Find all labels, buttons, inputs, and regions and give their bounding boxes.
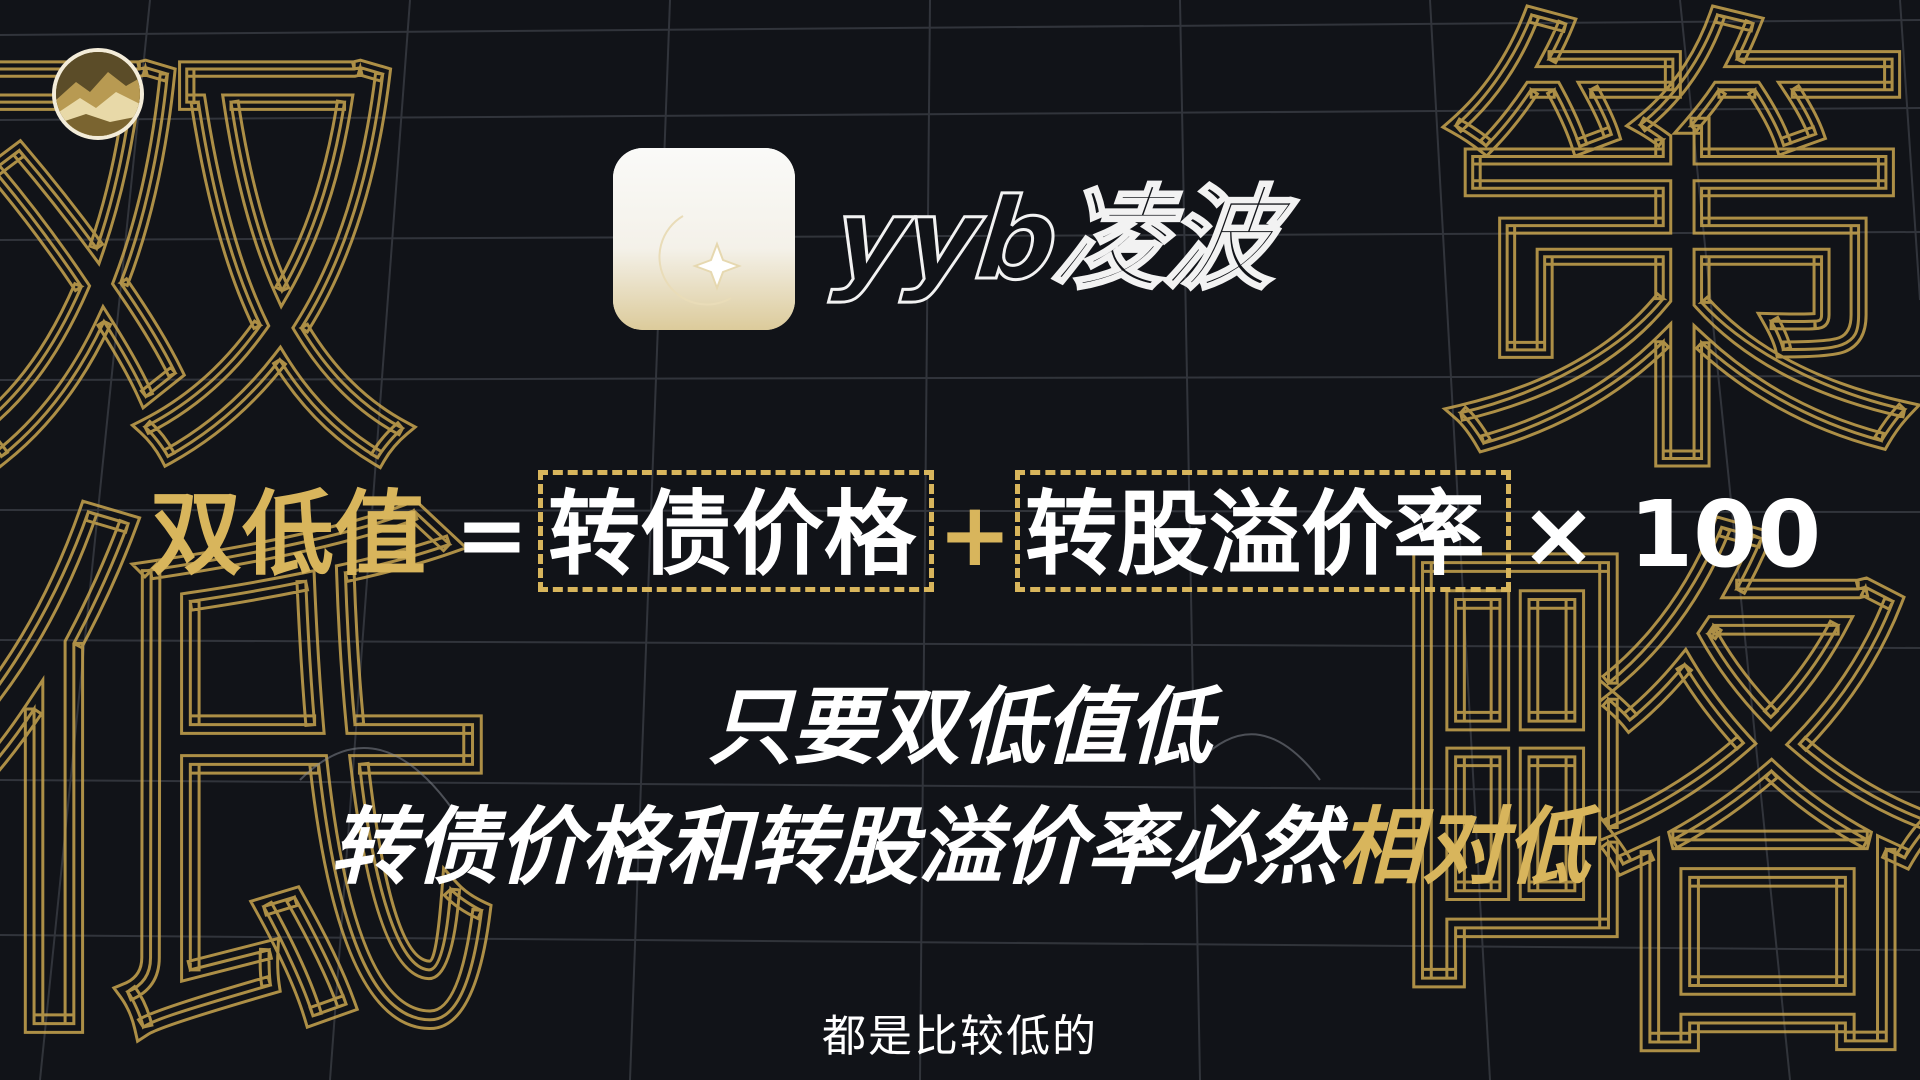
double-low-formula: 双低值 = 转债价格 + 转股溢价率 × 100 [0, 470, 1920, 600]
brand-name: yyb凌波 [827, 174, 1284, 307]
formula-conversion-premium: 转股溢价率 [1025, 481, 1486, 588]
formula-multiplier: × 100 [1520, 481, 1822, 588]
moon-star-app-icon [613, 148, 795, 330]
formula-equals: = [455, 483, 529, 586]
mountain-avatar-icon [56, 52, 140, 136]
explanation-line-2-text: 转债价格和转股溢价率必然 [329, 798, 1338, 896]
channel-avatar [52, 48, 144, 140]
explanation-highlight: 相对低 [1338, 798, 1591, 896]
formula-plus: + [938, 483, 1012, 586]
formula-term: 双低值 [150, 481, 427, 588]
app-logo [613, 148, 795, 330]
explanation-line-1: 只要双低值低 [707, 678, 1212, 776]
explanation-line-2: 转债价格和转股溢价率必然相对低 [0, 780, 1920, 901]
formula-bond-price: 转债价格 [548, 481, 917, 588]
video-subtitle: 都是比较低的 [822, 1011, 1098, 1062]
bg-glyph-ce: 策 [1440, 0, 1920, 534]
